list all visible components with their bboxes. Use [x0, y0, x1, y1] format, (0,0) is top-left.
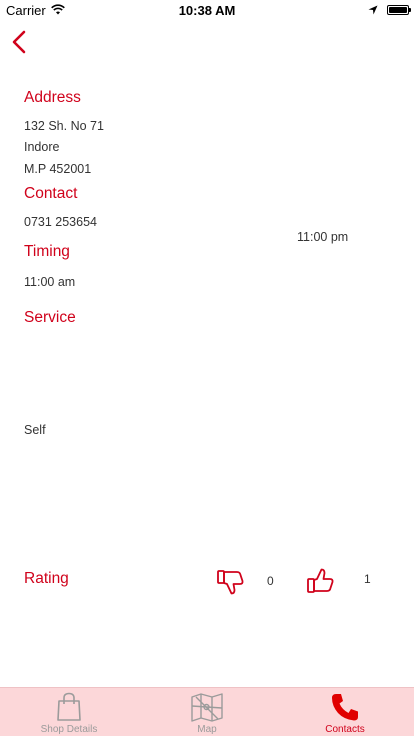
phone-icon [332, 694, 358, 721]
address-heading: Address [24, 89, 81, 106]
address-line: 132 Sh. No 71 [24, 119, 104, 133]
dislike-count: 0 [267, 574, 274, 588]
tab-bar: Shop Details Map Contacts [0, 687, 414, 736]
address-line: Indore [24, 140, 60, 154]
timing-heading: Timing [24, 243, 70, 260]
thumbs-up-icon[interactable] [306, 567, 336, 595]
tab-contacts[interactable]: Contacts [276, 688, 414, 737]
map-icon [191, 693, 223, 722]
service-heading: Service [24, 309, 76, 326]
opening-time: 11:00 am [24, 275, 76, 289]
phone-number[interactable]: 0731 253654 [24, 215, 97, 229]
like-count: 1 [364, 572, 371, 586]
contact-heading: Contact [24, 185, 78, 202]
status-time: 10:38 AM [178, 3, 236, 18]
closing-time: 11:00 pm [297, 230, 349, 244]
location-arrow-icon [368, 5, 378, 15]
tab-map[interactable]: Map [138, 688, 276, 737]
battery-icon [387, 5, 411, 15]
thumbs-down-icon[interactable] [216, 568, 246, 596]
rating-heading: Rating [24, 570, 69, 587]
service-value: Self [24, 423, 46, 437]
tab-label: Shop Details [40, 724, 98, 735]
address-line: M.P 452001 [24, 162, 92, 176]
back-chevron-icon[interactable] [8, 28, 32, 56]
tab-shop-details[interactable]: Shop Details [0, 688, 138, 737]
tab-label: Contacts [325, 724, 365, 735]
tab-label: Map [197, 724, 217, 735]
status-bar: Carrier 10:38 AM [0, 0, 414, 20]
shopping-bag-icon [57, 692, 81, 721]
